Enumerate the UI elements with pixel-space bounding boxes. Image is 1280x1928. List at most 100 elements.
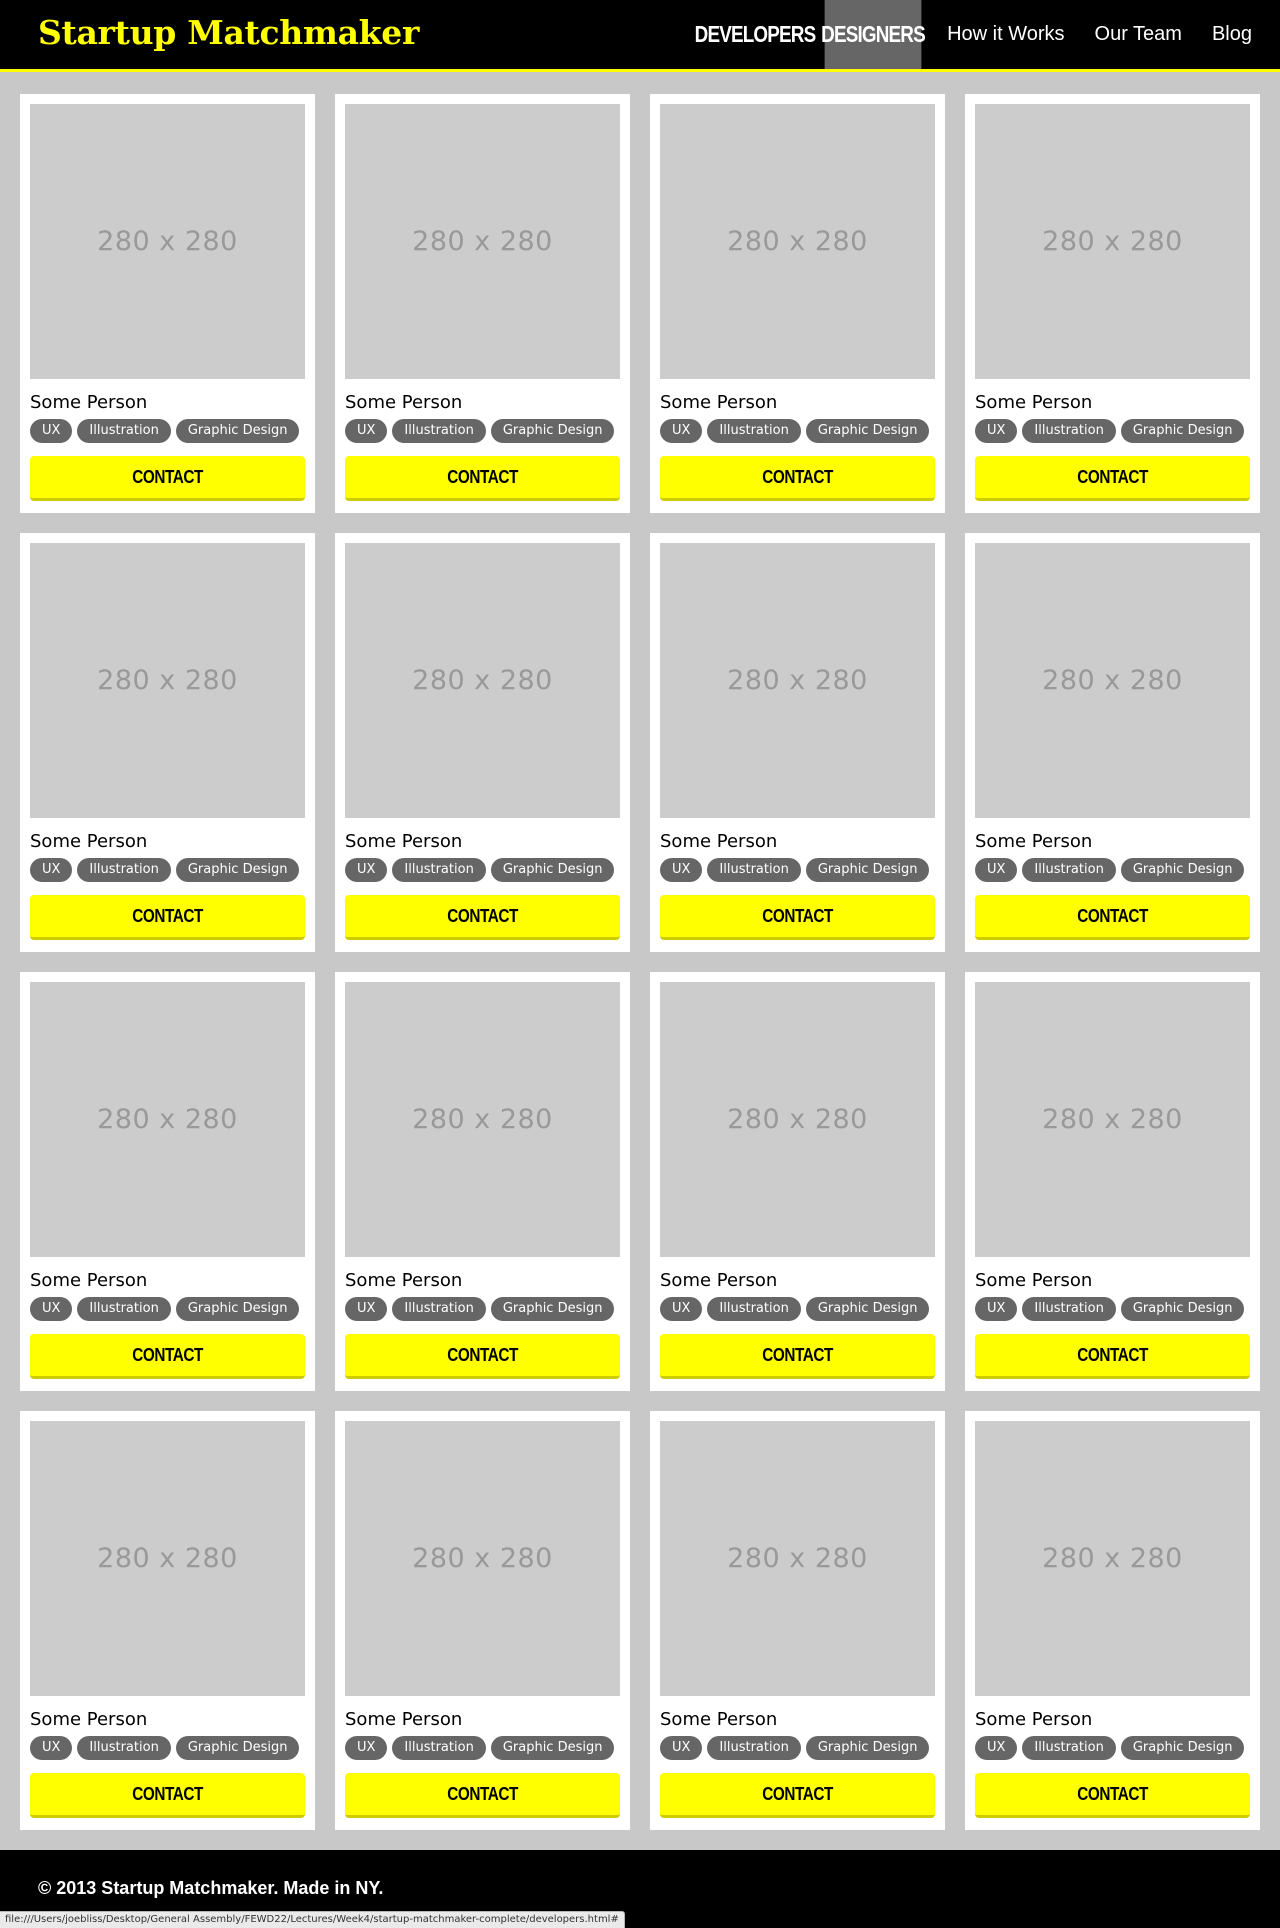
profile-photo-placeholder: 280 x 280 [345,1421,620,1696]
skill-tag: Graphic Design [805,1297,930,1321]
skill-tag: UX [345,1736,388,1760]
contact-button[interactable]: CONTACT [660,456,935,501]
profile-name: Some Person [660,831,778,852]
profile-card: 280 x 280 Some Person UX Illustration Graphi… [335,1411,630,1830]
profile-name: Some Person [660,1270,778,1291]
contact-button[interactable]: CONTACT [30,456,305,501]
contact-button-label: CONTACT [1077,1344,1148,1365]
contact-button[interactable]: CONTACT [975,1334,1250,1379]
profile-card: 280 x 280 Some Person UX Illustration Graphi… [650,533,945,952]
contact-button[interactable]: CONTACT [345,1334,620,1379]
contact-button-label: CONTACT [447,905,518,926]
profile-photo-placeholder: 280 x 280 [975,543,1250,818]
profile-photo-placeholder: 280 x 280 [660,104,935,379]
skill-tag: Illustration [392,1736,486,1760]
contact-button[interactable]: CONTACT [660,1334,935,1379]
contact-button[interactable]: CONTACT [660,895,935,940]
contact-button[interactable]: CONTACT [30,1773,305,1818]
site-logo[interactable]: Startup Matchmaker [38,10,419,56]
skill-tag: Illustration [1022,858,1116,882]
skill-tag: Graphic Design [490,858,615,882]
profile-photo-placeholder: 280 x 280 [660,1421,935,1696]
contact-button-label: CONTACT [132,466,203,487]
contact-button[interactable]: CONTACT [660,1773,935,1818]
profile-photo-placeholder: 280 x 280 [975,982,1250,1257]
profile-name: Some Person [30,1709,148,1730]
profile-card: 280 x 280 Some Person UX Illustration Graphi… [20,533,315,952]
profile-name: Some Person [660,392,778,413]
skill-tag: UX [660,1297,703,1321]
skill-tag: Illustration [1022,419,1116,443]
skill-tag: UX [975,858,1018,882]
skill-tags: UX Illustration Graphic Design [975,858,1250,882]
profile-photo-placeholder: 280 x 280 [30,543,305,818]
contact-button[interactable]: CONTACT [345,1773,620,1818]
profile-name: Some Person [345,392,463,413]
contact-button-label: CONTACT [1077,905,1148,926]
skill-tag: UX [30,1736,73,1760]
profile-card: 280 x 280 Some Person UX Illustration Graphi… [965,972,1260,1391]
footer-copyright: © 2013 Startup Matchmaker. Made in NY. [38,1878,384,1898]
profile-photo-placeholder: 280 x 280 [345,104,620,379]
skill-tag: Illustration [707,1736,801,1760]
skill-tags: UX Illustration Graphic Design [660,419,935,443]
skill-tag: Graphic Design [490,419,615,443]
skill-tag: Graphic Design [805,858,930,882]
skill-tags: UX Illustration Graphic Design [345,1297,620,1321]
nav-designers[interactable]: DESIGNERS [821,0,926,69]
skill-tags: UX Illustration Graphic Design [660,1297,935,1321]
profile-card: 280 x 280 Some Person UX Illustration Graphi… [20,94,315,513]
profile-name: Some Person [345,1270,463,1291]
profile-photo-placeholder: 280 x 280 [30,982,305,1257]
skill-tag: Illustration [77,1736,171,1760]
skill-tag: UX [975,419,1018,443]
profile-card: 280 x 280 Some Person UX Illustration Graphi… [20,1411,315,1830]
skill-tag: Illustration [707,419,801,443]
profile-photo-placeholder: 280 x 280 [30,1421,305,1696]
contact-button[interactable]: CONTACT [345,456,620,501]
skill-tag: UX [30,1297,73,1321]
skill-tags: UX Illustration Graphic Design [345,419,620,443]
profile-grid: 280 x 280 Some Person UX Illustration Graphi… [20,94,1260,1830]
profile-card: 280 x 280 Some Person UX Illustration Graphi… [335,533,630,952]
profile-photo-placeholder: 280 x 280 [660,543,935,818]
profile-card: 280 x 280 Some Person UX Illustration Graphi… [20,972,315,1391]
contact-button[interactable]: CONTACT [345,895,620,940]
skill-tags: UX Illustration Graphic Design [30,419,305,443]
skill-tag: Illustration [77,1297,171,1321]
skill-tag: Illustration [77,858,171,882]
contact-button-label: CONTACT [132,1783,203,1804]
nav-our-team[interactable]: Our Team [1080,0,1197,69]
contact-button[interactable]: CONTACT [30,895,305,940]
skill-tag: Graphic Design [1120,1736,1245,1760]
skill-tag: UX [975,1736,1018,1760]
skill-tags: UX Illustration Graphic Design [30,858,305,882]
contact-button-label: CONTACT [1077,466,1148,487]
skill-tag: UX [345,419,388,443]
skill-tag: UX [660,419,703,443]
skill-tag: Illustration [392,419,486,443]
skill-tag: Graphic Design [490,1297,615,1321]
main-nav: DEVELOPERS DESIGNERS How it Works Our Te… [695,0,1280,69]
skill-tag: UX [660,858,703,882]
profile-card: 280 x 280 Some Person UX Illustration Graphi… [965,1411,1260,1830]
contact-button[interactable]: CONTACT [975,1773,1250,1818]
contact-button-label: CONTACT [762,1344,833,1365]
skill-tags: UX Illustration Graphic Design [30,1297,305,1321]
site-header: Startup Matchmaker DEVELOPERS DESIGNERS … [0,0,1280,72]
contact-button[interactable]: CONTACT [975,456,1250,501]
skill-tag: Graphic Design [805,1736,930,1760]
profile-name: Some Person [345,831,463,852]
profile-card: 280 x 280 Some Person UX Illustration Graphi… [965,533,1260,952]
nav-blog[interactable]: Blog [1197,0,1280,69]
nav-developers[interactable]: DEVELOPERS [695,0,817,69]
contact-button[interactable]: CONTACT [30,1334,305,1379]
nav-how-it-works[interactable]: How it Works [932,0,1079,69]
skill-tags: UX Illustration Graphic Design [975,1297,1250,1321]
skill-tag: Graphic Design [175,1736,300,1760]
skill-tag: Graphic Design [1120,858,1245,882]
profile-card: 280 x 280 Some Person UX Illustration Graphi… [650,1411,945,1830]
contact-button-label: CONTACT [762,1783,833,1804]
contact-button[interactable]: CONTACT [975,895,1250,940]
profile-name: Some Person [975,1270,1093,1291]
